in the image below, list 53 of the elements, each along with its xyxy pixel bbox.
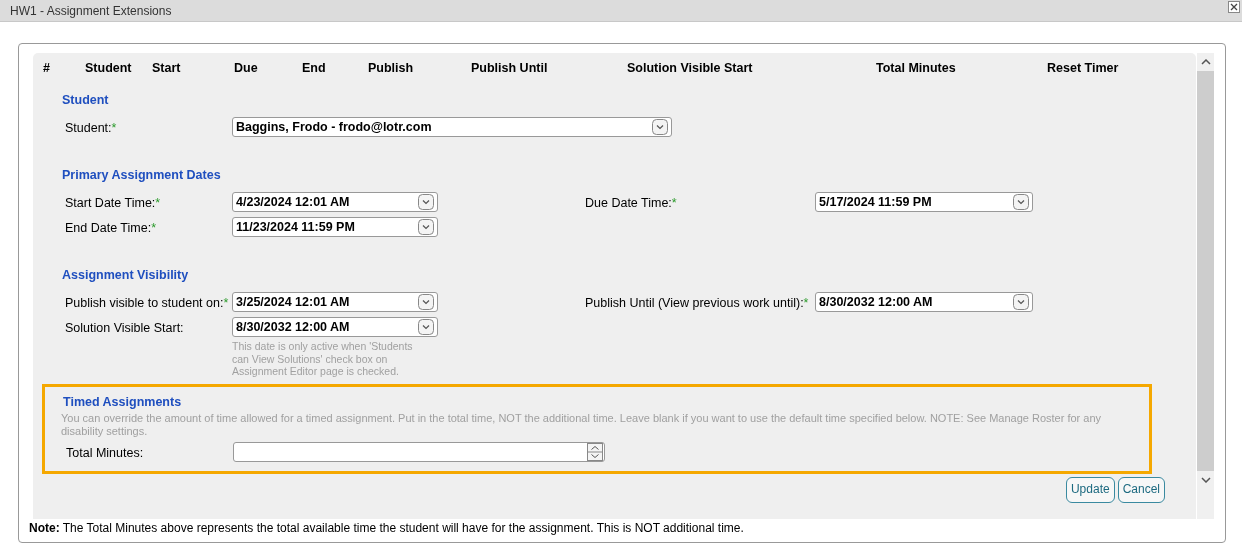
column-header: Publish Until [471,61,549,77]
dropdown-icon[interactable] [418,219,434,235]
column-header: Reset Timer [1047,61,1120,77]
date-field[interactable]: 3/25/2024 12:01 AM [232,292,438,312]
date-field[interactable]: 4/23/2024 12:01 AM [232,192,438,212]
field-label: Student: [65,121,112,135]
hint-text: This date is only active when 'Students can View Solutions' check box on Assignment Editor page is checked. [232,340,414,378]
dropdown-icon[interactable] [418,194,434,210]
scroll-up-icon[interactable] [1200,59,1211,65]
required-mark: * [155,196,161,210]
column-header: Start [152,61,182,77]
column-header: Due [234,61,259,77]
spinner-icon[interactable] [587,442,603,461]
action-button[interactable]: Cancel [1117,476,1165,503]
column-header: Publish [368,61,415,77]
date-field[interactable]: 8/30/2032 12:00 AM [815,292,1033,312]
date-field[interactable]: 11/23/2024 11:59 PM [232,217,438,237]
field-label: Total Minutes: [66,445,144,460]
section-description: You can override the amount of time allowed for a timed assignment. Put in the total time, NOT the additional time. Leave blank if you want to use the default time specified below. NOTE: See Manage Roster for any disability settings. [61,411,1103,438]
date-field[interactable]: 8/30/2032 12:00 AM [232,317,438,337]
required-mark: * [111,121,117,135]
column-header: Student [85,61,133,77]
dropdown-icon[interactable] [418,294,434,310]
action-button[interactable]: Update [1065,476,1115,503]
field-label: Due Date Time: [585,196,672,210]
field-label: End Date Time: [65,221,152,235]
column-header: # [43,61,51,77]
scroll-down-icon[interactable] [1200,477,1211,483]
required-mark: * [223,296,229,310]
number-field[interactable] [233,441,605,462]
column-header: End [302,61,327,77]
section-title: Student [62,93,110,107]
section-title: Timed Assignments [63,394,183,409]
dropdown-icon[interactable] [418,319,434,335]
field-label: Start Date Time: [65,196,156,210]
dropdown-icon[interactable] [652,119,668,135]
close-icon[interactable] [1228,0,1240,13]
required-mark: * [803,296,809,310]
select-field[interactable]: Baggins, Frodo - frodo@lotr.com [232,117,672,137]
section-title: Assignment Visibility [62,268,190,282]
field-label: Publish Until (View previous work until): [585,296,804,310]
required-mark: * [671,196,677,210]
section-title: Primary Assignment Dates [62,168,222,182]
field-label: Publish visible to student on: [65,296,224,310]
field-label: Solution Visible Start: [65,321,184,335]
dropdown-icon[interactable] [1013,294,1029,310]
dropdown-icon[interactable] [1013,194,1029,210]
window-title: HW1 - Assignment Extensions [10,3,172,18]
required-mark: * [151,221,157,235]
note-text: Note: The Total Minutes above represents the total available time the student will have for the assignment. This is NOT additional time. [29,521,745,535]
column-header: Solution Visible Start [627,61,754,77]
date-field[interactable]: 5/17/2024 11:59 PM [815,192,1033,212]
column-header: Total Minutes [876,61,957,77]
